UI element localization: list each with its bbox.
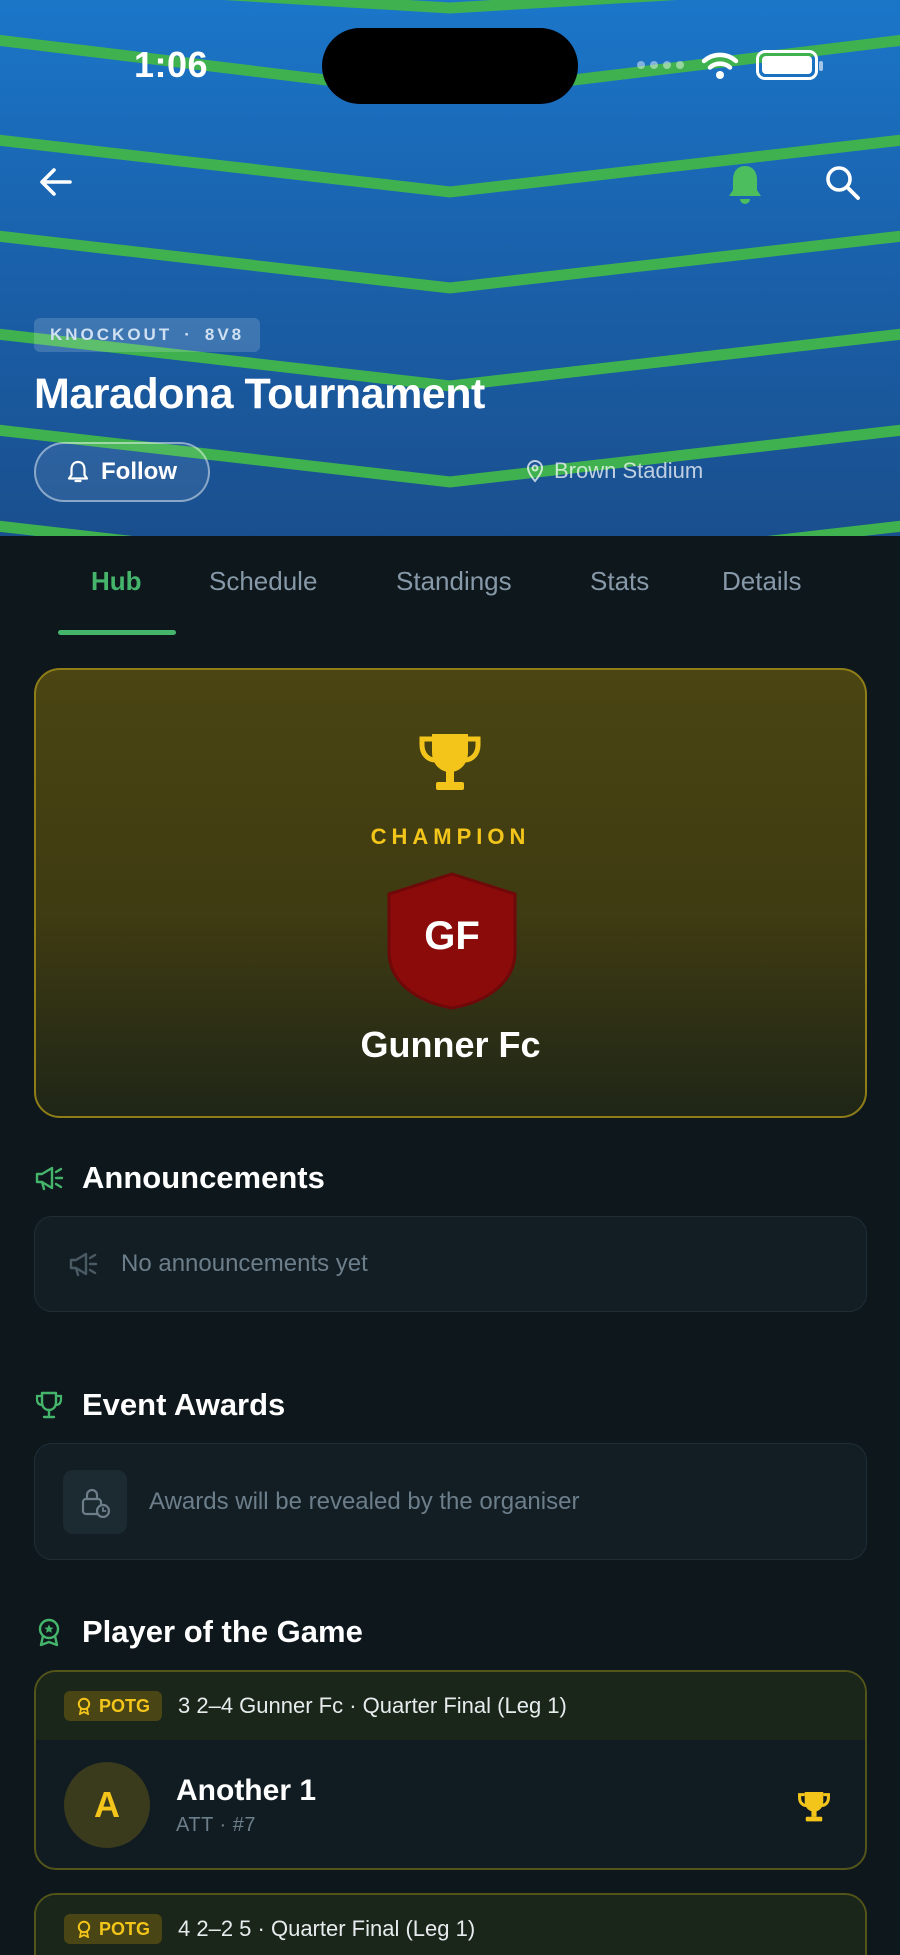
follow-button[interactable]: Follow: [34, 442, 210, 502]
potg-badge-label: POTG: [99, 1695, 151, 1716]
team-crest-initials: GF: [424, 914, 480, 958]
megaphone-icon: [35, 1166, 64, 1191]
potg-card-header: POTG 3 2–4 Gunner Fc · Quarter Final (Le…: [36, 1672, 865, 1740]
potg-card[interactable]: POTG 4 2–2 5 · Quarter Final (Leg 1): [34, 1893, 867, 1955]
tab-details[interactable]: Details: [722, 566, 801, 597]
format-chip: KNOCKOUT · 8V8: [34, 318, 261, 352]
back-arrow-icon[interactable]: [36, 162, 76, 202]
potg-match-info: 4 2–2 5 · Quarter Final (Leg 1): [178, 1916, 476, 1941]
event-awards-header: Event Awards: [34, 1387, 285, 1423]
venue-name: Brown Stadium: [554, 458, 704, 483]
status-indicators: [637, 50, 823, 80]
dynamic-island: [322, 28, 578, 104]
chip-separator: ·: [184, 325, 193, 344]
trophy-icon: [419, 734, 481, 790]
tab-stats[interactable]: Stats: [590, 566, 649, 597]
page-title: Maradona Tournament: [34, 370, 485, 418]
potg-badge-label: POTG: [99, 1918, 151, 1939]
announcements-empty-card: No announcements yet: [34, 1216, 867, 1312]
tab-schedule[interactable]: Schedule: [209, 566, 317, 597]
bell-outline-icon: [67, 460, 89, 483]
player-meta: ATT · #7: [176, 1813, 256, 1836]
potg-player-row[interactable]: A Another 1 ATT · #7: [36, 1740, 865, 1868]
tab-standings[interactable]: Standings: [396, 566, 512, 597]
champion-card[interactable]: CHAMPION GF Gunner Fc: [34, 668, 867, 1118]
announcements-header: Announcements: [34, 1160, 325, 1196]
cellular-signal-icon: [637, 61, 684, 69]
champion-label: CHAMPION: [370, 824, 531, 849]
potg-card-header: POTG 4 2–2 5 · Quarter Final (Leg 1): [36, 1895, 865, 1955]
potg-card[interactable]: POTG 3 2–4 Gunner Fc · Quarter Final (Le…: [34, 1670, 867, 1870]
status-time: 1:06: [134, 44, 209, 85]
champion-team-name: Gunner Fc: [360, 1024, 541, 1065]
tournament-hub-page: 1:06 KNOCKOUT · 8V8 Maradona Tournament …: [0, 0, 900, 1955]
trophy-outline-icon: [35, 1391, 63, 1419]
medal-small-icon: [77, 1920, 91, 1938]
location-pin-icon: [526, 460, 544, 483]
battery-icon: [756, 50, 823, 80]
chip-size-text: 8V8: [204, 325, 245, 344]
tab-bar: Hub Schedule Standings Stats Details: [0, 536, 900, 636]
avatar: A: [64, 1762, 150, 1848]
player-info: Another 1 ATT · #7: [176, 1774, 316, 1837]
trophy-icon: [798, 1792, 830, 1822]
potg-header: Player of the Game: [34, 1614, 363, 1650]
chip-format-text: KNOCKOUT: [50, 325, 173, 344]
event-awards-title: Event Awards: [82, 1387, 286, 1422]
potg-title: Player of the Game: [82, 1614, 363, 1649]
event-awards-empty-card: Awards will be revealed by the organiser: [34, 1443, 867, 1560]
wifi-icon: [701, 52, 739, 79]
search-icon[interactable]: [824, 164, 862, 202]
lock-clock-icon: [81, 1488, 110, 1518]
venue-location: Brown Stadium: [526, 458, 703, 484]
medal-icon: [38, 1618, 60, 1647]
medal-small-icon: [77, 1697, 91, 1715]
player-name: Another 1: [176, 1773, 317, 1807]
announcements-title: Announcements: [82, 1160, 325, 1195]
bell-icon[interactable]: [726, 162, 764, 206]
potg-match-info: 3 2–4 Gunner Fc · Quarter Final (Leg 1): [178, 1693, 567, 1718]
potg-badge: POTG: [64, 1914, 163, 1944]
follow-label: Follow: [101, 458, 177, 485]
tournament-header: 1:06 KNOCKOUT · 8V8 Maradona Tournament …: [0, 0, 900, 536]
potg-badge: POTG: [64, 1691, 163, 1721]
event-awards-empty-text: Awards will be revealed by the organiser: [149, 1487, 580, 1515]
lock-icon-box: [63, 1469, 127, 1534]
megaphone-muted-icon: [69, 1252, 98, 1277]
announcements-empty-text: No announcements yet: [121, 1250, 368, 1277]
tab-hub[interactable]: Hub: [91, 566, 142, 597]
active-tab-indicator: [58, 630, 176, 635]
